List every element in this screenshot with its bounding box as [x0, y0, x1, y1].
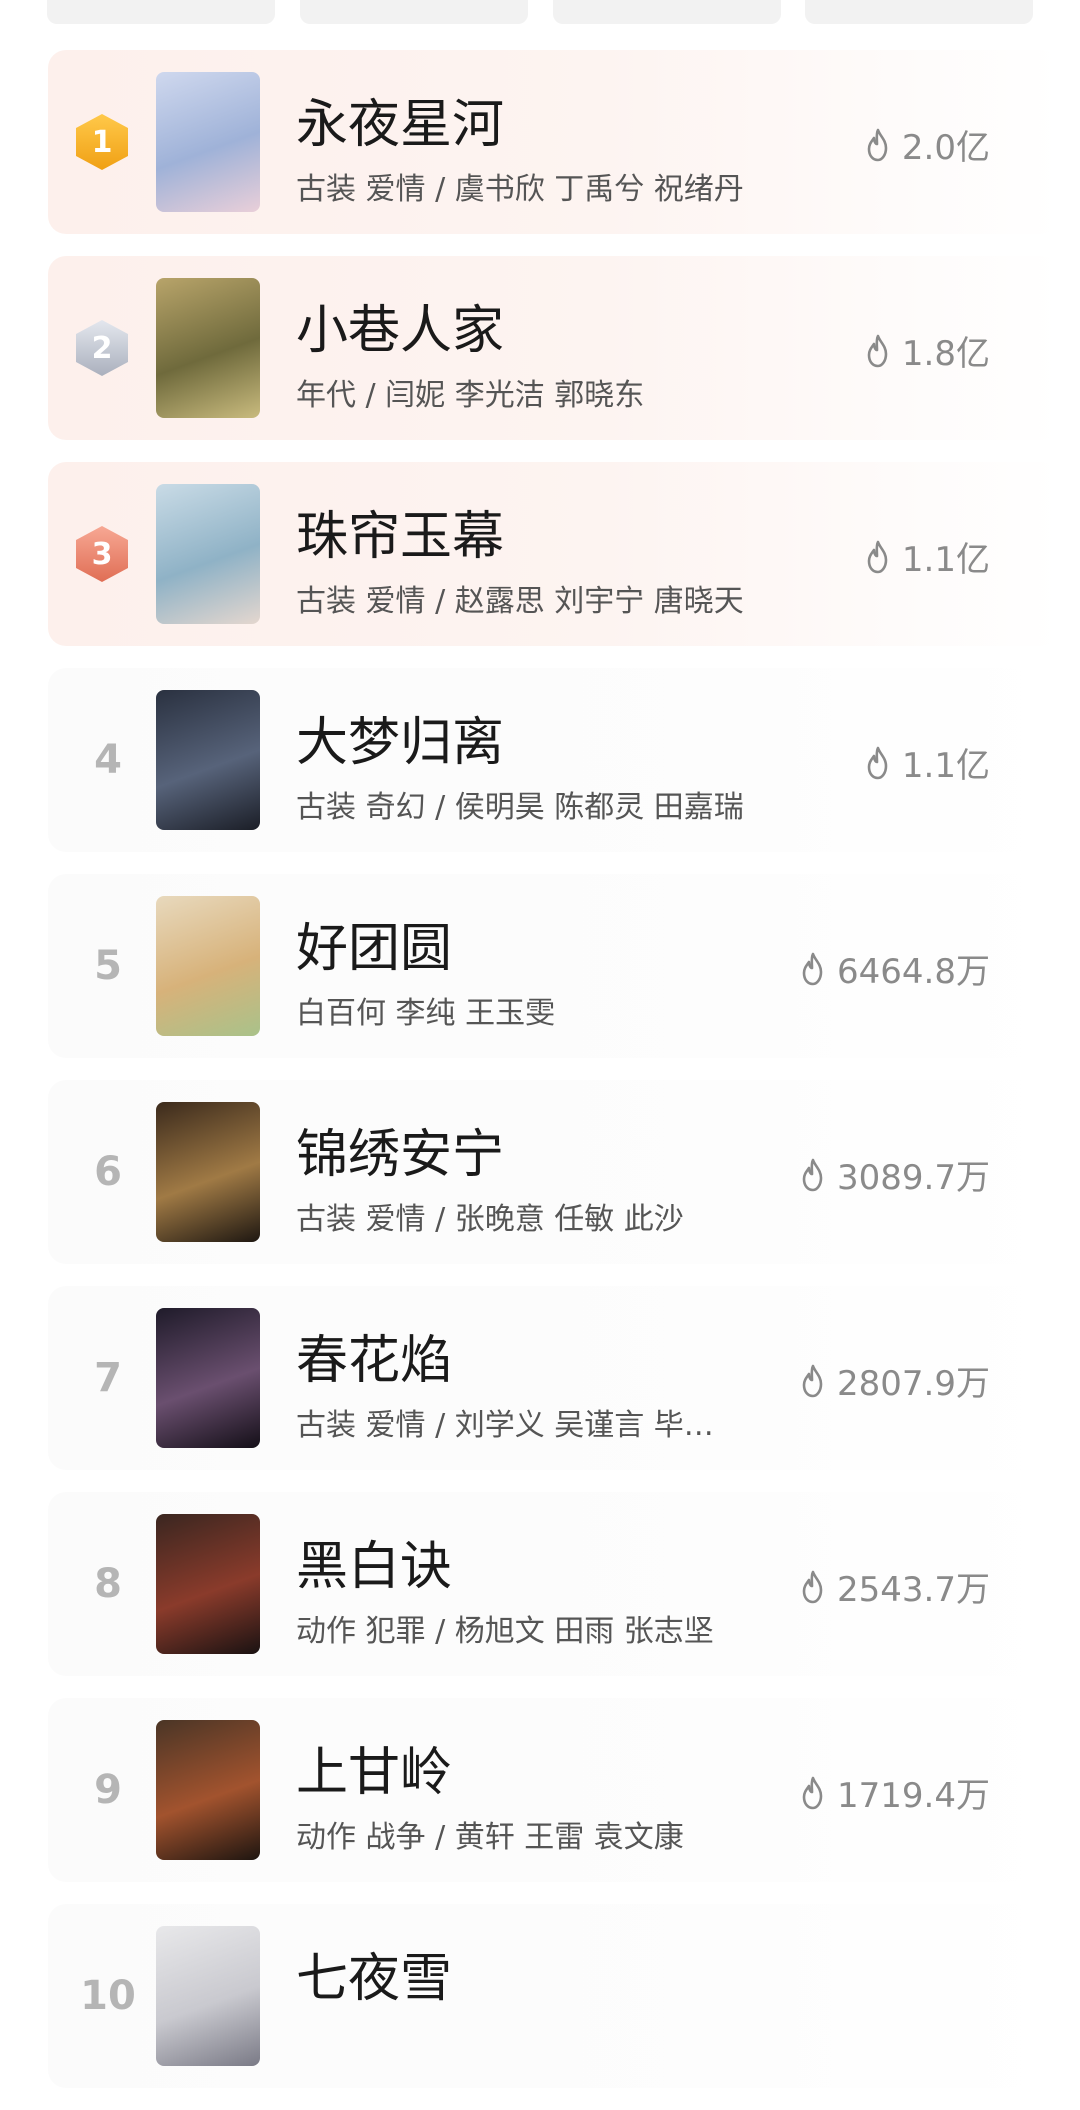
- flame-icon: [867, 128, 888, 161]
- show-tags: 动作 战争 / 黄轩 王雷 袁文康: [296, 1820, 684, 1855]
- heat-value: 6464.8万: [799, 944, 990, 993]
- category-tab[interactable]: [553, 0, 781, 24]
- flame-icon: [802, 1570, 823, 1603]
- flame-icon: [802, 1776, 823, 1809]
- poster-image: [156, 1926, 260, 2066]
- rank-number: 10: [80, 1973, 136, 2019]
- show-title: 珠帘玉幕: [296, 507, 505, 567]
- poster-image: [156, 896, 260, 1036]
- rank-number: 8: [94, 1561, 122, 1607]
- ranking-item[interactable]: 6 锦绣安宁古装 爱情 / 张晚意 任敏 此沙 3089.7万: [48, 1080, 1060, 1264]
- heat-value: 2807.9万: [799, 1356, 990, 1405]
- poster-image: [156, 1720, 260, 1860]
- ranking-item[interactable]: 5 好团圆白百何 李纯 王玉雯 6464.8万: [48, 874, 1060, 1058]
- flame-icon: [802, 1158, 823, 1191]
- show-title: 锦绣安宁: [296, 1125, 505, 1185]
- show-tags: 年代 / 闫妮 李光洁 郭晓东: [296, 378, 645, 413]
- flame-icon: [867, 334, 888, 367]
- heat-text: 1.1亿: [901, 540, 990, 580]
- flame-icon: [802, 1364, 823, 1397]
- show-title: 七夜雪: [296, 1949, 453, 2009]
- ranking-item[interactable]: 7 春花焰古装 爱情 / 刘学义 吴谨言 毕… 2807.9万: [48, 1286, 1060, 1470]
- heat-text: 1.1亿: [901, 746, 990, 786]
- poster-image: [156, 484, 260, 624]
- show-title: 永夜星河: [296, 95, 505, 155]
- rank-number: 1: [91, 124, 113, 160]
- show-title: 上甘岭: [296, 1743, 453, 1803]
- poster-image: [156, 278, 260, 418]
- ranking-item[interactable]: 2 小巷人家年代 / 闫妮 李光洁 郭晓东 1.8亿: [48, 256, 1060, 440]
- heat-text: 3089.7万: [837, 1158, 990, 1198]
- poster-image: [156, 1514, 260, 1654]
- heat-text: 1.8亿: [901, 334, 990, 374]
- show-tags: 古装 爱情 / 张晚意 任敏 此沙: [296, 1202, 684, 1237]
- category-tabs: [0, 0, 1080, 28]
- show-tags: 古装 爱情 / 刘学义 吴谨言 毕…: [296, 1408, 714, 1443]
- show-title: 小巷人家: [296, 301, 505, 361]
- flame-icon: [802, 952, 823, 985]
- ranking-item[interactable]: 1 永夜星河古装 爱情 / 虞书欣 丁禹兮 祝绪丹 2.0亿: [48, 50, 1060, 234]
- poster-image: [156, 690, 260, 830]
- show-title: 黑白诀: [296, 1537, 453, 1597]
- show-tags: 古装 爱情 / 赵露思 刘宇宁 唐晓天: [296, 584, 744, 619]
- heat-text: 2.0亿: [901, 128, 990, 168]
- rank-number: 7: [94, 1355, 122, 1401]
- category-tab[interactable]: [47, 0, 275, 24]
- show-tags: 白百何 李纯 王玉雯: [296, 996, 556, 1031]
- flame-icon: [867, 540, 888, 573]
- rank-number: 9: [94, 1767, 122, 1813]
- show-title: 好团圆: [296, 919, 453, 979]
- heat-text: 6464.8万: [837, 952, 990, 992]
- rank-number: 3: [91, 536, 113, 572]
- heat-value: 1.1亿: [864, 532, 990, 581]
- flame-icon: [867, 746, 888, 779]
- ranking-item[interactable]: 8 黑白诀动作 犯罪 / 杨旭文 田雨 张志坚 2543.7万: [48, 1492, 1060, 1676]
- heat-value: 1.8亿: [864, 326, 990, 375]
- show-tags: 动作 犯罪 / 杨旭文 田雨 张志坚: [296, 1614, 714, 1649]
- poster-image: [156, 1102, 260, 1242]
- rank-medal-icon: 2: [76, 320, 128, 376]
- rank-medal-icon: 3: [76, 526, 128, 582]
- rank-number: 4: [94, 737, 122, 783]
- heat-text: 1719.4万: [837, 1776, 990, 1816]
- category-tab[interactable]: [805, 0, 1033, 24]
- rank-number: 5: [94, 943, 122, 989]
- poster-image: [156, 1308, 260, 1448]
- heat-value: 2.0亿: [864, 120, 990, 169]
- ranking-item[interactable]: 3 珠帘玉幕古装 爱情 / 赵露思 刘宇宁 唐晓天 1.1亿: [48, 462, 1060, 646]
- poster-image: [156, 72, 260, 212]
- ranking-item[interactable]: 9 上甘岭动作 战争 / 黄轩 王雷 袁文康 1719.4万: [48, 1698, 1060, 1882]
- ranking-item[interactable]: 4 大梦归离古装 奇幻 / 侯明昊 陈都灵 田嘉瑞 1.1亿: [48, 668, 1060, 852]
- ranking-list: 1 永夜星河古装 爱情 / 虞书欣 丁禹兮 祝绪丹 2.0亿 2 小巷人家年代 / 闫妮…: [0, 50, 1080, 2110]
- show-title: 春花焰: [296, 1331, 453, 1391]
- show-title: 大梦归离: [296, 713, 505, 773]
- heat-value: 1719.4万: [799, 1768, 990, 1817]
- heat-value: 1.1亿: [864, 738, 990, 787]
- heat-text: 2543.7万: [837, 1570, 990, 1610]
- heat-text: 2807.9万: [837, 1364, 990, 1404]
- rank-number: 6: [94, 1149, 122, 1195]
- heat-value: 3089.7万: [799, 1150, 990, 1199]
- category-tab[interactable]: [300, 0, 528, 24]
- ranking-item[interactable]: 10 七夜雪: [48, 1904, 1060, 2088]
- rank-medal-icon: 1: [76, 114, 128, 170]
- rank-number: 2: [91, 330, 113, 366]
- heat-value: 2543.7万: [799, 1562, 990, 1611]
- show-tags: 古装 爱情 / 虞书欣 丁禹兮 祝绪丹: [296, 172, 744, 207]
- show-tags: 古装 奇幻 / 侯明昊 陈都灵 田嘉瑞: [296, 790, 744, 825]
